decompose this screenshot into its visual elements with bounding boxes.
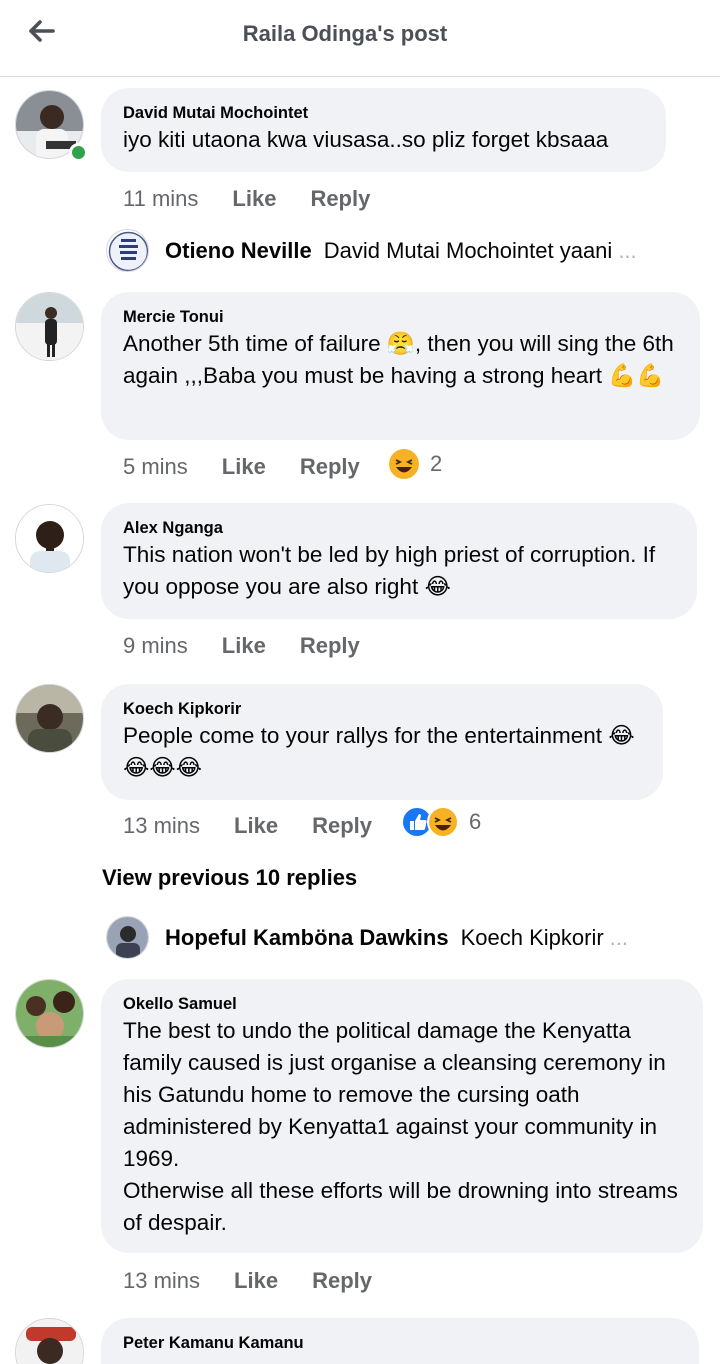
comment-actions: 13 mins Like Reply (123, 1265, 372, 1297)
comment-time[interactable]: 11 mins (123, 186, 198, 212)
comment-bubble[interactable]: Okello Samuel The best to undo the polit… (101, 979, 703, 1253)
reply-author[interactable]: Hopeful Kamböna Dawkins (165, 925, 449, 951)
reaction-summary[interactable]: 2 (388, 448, 442, 480)
reply-ellipsis: ... (618, 237, 637, 263)
comment-text: Another 5th time of failure 😤, then you … (123, 331, 674, 388)
reaction-summary[interactable]: 6 (401, 806, 481, 838)
reply-snippet: Koech Kipkorir (460, 924, 604, 950)
like-button[interactable]: Like (234, 1268, 278, 1294)
like-button[interactable]: Like (234, 813, 278, 839)
comment-bubble[interactable]: Alex Nganga This nation won't be led by … (101, 503, 697, 619)
reply-ellipsis: ... (609, 924, 629, 950)
reply-button[interactable]: Reply (300, 633, 360, 659)
reaction-count: 6 (469, 809, 482, 834)
comment-text: People come to your rallys for the enter… (123, 723, 635, 780)
reply-author[interactable]: Otieno Neville (165, 238, 312, 264)
comment-author[interactable]: Mercie Tonui (123, 306, 678, 328)
comment-actions: 9 mins Like Reply (123, 630, 360, 662)
comment-actions: 11 mins Like Reply (123, 183, 370, 215)
haha-reaction-icon (389, 449, 419, 479)
avatar[interactable] (15, 1318, 84, 1364)
comment-author[interactable]: David Mutai Mochointet (123, 102, 644, 124)
comment-time[interactable]: 13 mins (123, 1268, 200, 1294)
comment-author[interactable]: Koech Kipkorir (123, 698, 641, 720)
avatar[interactable] (15, 292, 84, 361)
comment-time[interactable]: 13 mins (123, 813, 200, 839)
comment-text: This nation won't be led by high priest … (123, 542, 656, 599)
reply-button[interactable]: Reply (300, 454, 360, 480)
avatar[interactable] (15, 979, 84, 1048)
reaction-count: 2 (430, 451, 443, 476)
like-button[interactable]: Like (232, 186, 276, 212)
comment-actions: 5 mins Like Reply (123, 451, 360, 483)
avatar[interactable] (106, 229, 149, 272)
comment-author[interactable]: Peter Kamanu Kamanu (123, 1332, 677, 1354)
reply-snippet: David Mutai Mochointet yaani (323, 237, 613, 263)
page-title: Raila Odinga's post (242, 21, 448, 46)
comment-text: iyo kiti utaona kwa viusasa..so pliz for… (123, 127, 609, 152)
like-button[interactable]: Like (222, 454, 266, 480)
reply-button[interactable]: Reply (312, 813, 372, 839)
top-bar: Raila Odinga's post (0, 0, 720, 77)
comment-author[interactable]: Okello Samuel (123, 993, 681, 1015)
comment-bubble[interactable]: Koech Kipkorir People come to your rally… (101, 684, 663, 800)
comment-bubble[interactable]: Peter Kamanu Kamanu (101, 1318, 699, 1364)
haha-reaction-icon (427, 806, 459, 838)
comment-time[interactable]: 9 mins (123, 633, 188, 659)
reply-button[interactable]: Reply (312, 1268, 372, 1294)
online-status-dot (69, 143, 88, 162)
comment-author[interactable]: Alex Nganga (123, 517, 675, 539)
avatar[interactable] (15, 504, 84, 573)
like-button[interactable]: Like (222, 633, 266, 659)
reply-button[interactable]: Reply (310, 186, 370, 212)
reply-preview[interactable]: Otieno Neville David Mutai Mochointet ya… (106, 229, 637, 272)
comment-text: The best to undo the political damage th… (123, 1018, 678, 1235)
avatar[interactable] (106, 916, 149, 959)
comment-bubble[interactable]: David Mutai Mochointet iyo kiti utaona k… (101, 88, 666, 172)
comment-bubble[interactable]: Mercie Tonui Another 5th time of failure… (101, 292, 700, 440)
comment-actions: 13 mins Like Reply (123, 810, 372, 842)
avatar[interactable] (15, 684, 84, 753)
reply-preview[interactable]: Hopeful Kamböna Dawkins Koech Kipkorir .… (106, 916, 628, 959)
view-previous-replies-link[interactable]: View previous 10 replies (102, 865, 357, 891)
comment-time[interactable]: 5 mins (123, 454, 188, 480)
